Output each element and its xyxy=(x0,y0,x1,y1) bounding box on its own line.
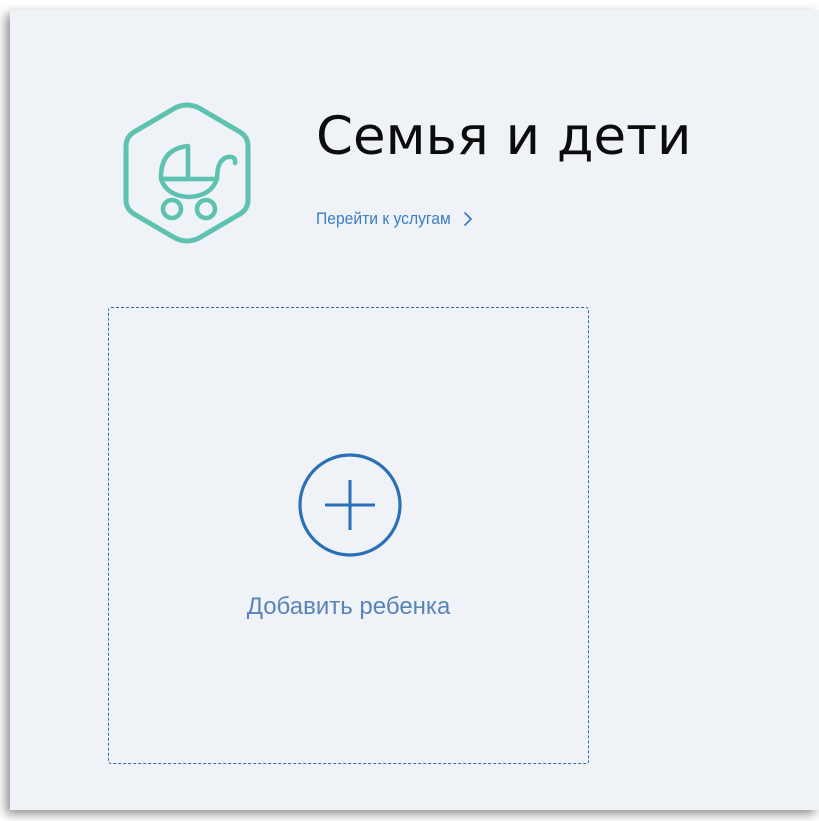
add-child-button[interactable]: Добавить ребенка xyxy=(108,307,589,764)
plus-circle-icon xyxy=(298,453,402,557)
family-children-panel: Семья и дети Перейти к услугам Добавить … xyxy=(10,10,819,810)
go-to-services-link[interactable]: Перейти к услугам xyxy=(316,209,476,229)
chevron-right-icon xyxy=(464,212,473,226)
add-child-label: Добавить ребенка xyxy=(246,593,451,620)
go-to-services-label: Перейти к услугам xyxy=(316,209,451,228)
page-title: Семья и дети xyxy=(316,106,692,167)
baby-stroller-icon xyxy=(123,102,251,244)
